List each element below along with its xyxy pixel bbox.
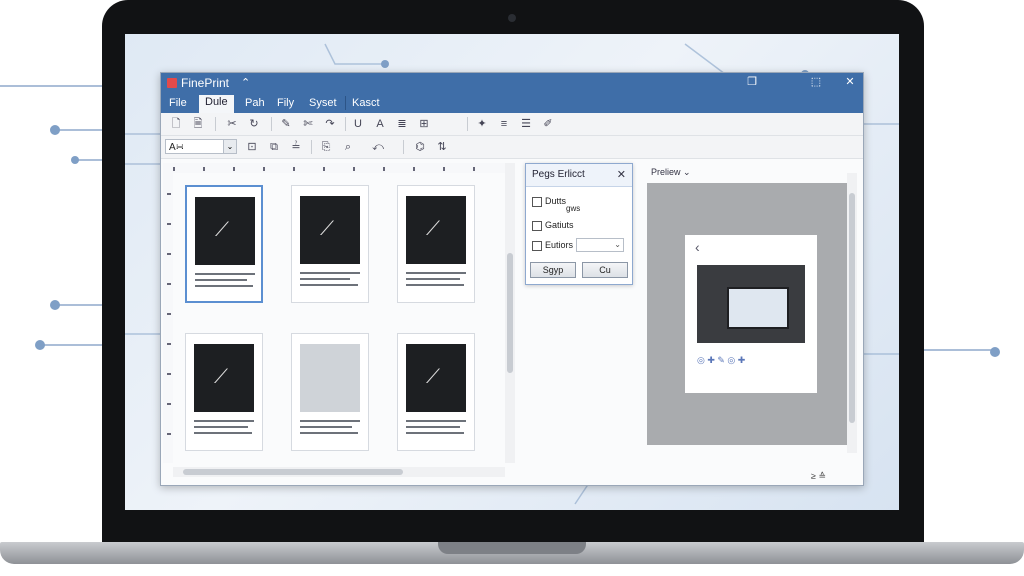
new-page-icon[interactable]: 🗋: [169, 117, 183, 131]
page-thumbnail-4[interactable]: ⟋: [185, 333, 263, 451]
toolbar-divider: [467, 117, 468, 131]
pen-icon[interactable]: ✐: [541, 117, 555, 131]
list-icon[interactable]: ≣: [395, 117, 409, 131]
page-image: ⟋: [406, 344, 466, 412]
app-logo-icon: [167, 78, 177, 88]
page-image: ⟋: [195, 197, 255, 265]
brush-icon[interactable]: ✎: [279, 117, 293, 131]
page-image: ⟋: [194, 344, 254, 412]
pages-horizontal-scrollbar[interactable]: [173, 467, 505, 477]
option-dutts[interactable]: Dutts: [532, 196, 566, 207]
scissors-icon[interactable]: ✄: [301, 117, 315, 131]
checkbox[interactable]: [532, 220, 542, 231]
font-dropdown-button[interactable]: ⌄: [223, 139, 237, 154]
app-title: FinePrint: [181, 76, 230, 90]
page-thumbnail-1[interactable]: ⟋: [185, 185, 263, 303]
pin-icon[interactable]: ✦: [475, 117, 489, 131]
menu-bar: File Dule Pah Fily Syset Kasct: [161, 93, 863, 113]
redo-icon[interactable]: ↷: [323, 117, 337, 131]
checkbox[interactable]: [532, 240, 542, 251]
menu-fily[interactable]: Fily: [271, 96, 300, 110]
menu-pah[interactable]: Pah: [239, 96, 271, 110]
toolbar-divider: [215, 117, 216, 131]
scroll-thumb[interactable]: [507, 253, 513, 373]
align-icon[interactable]: ≡: [497, 117, 511, 131]
close-icon[interactable]: ✕: [617, 168, 626, 181]
page-thumbnail-3[interactable]: ⟋: [397, 185, 475, 303]
page-thumbnail-5[interactable]: [291, 333, 369, 451]
collapse-ribbon-icon[interactable]: ⌃: [241, 76, 250, 89]
preview-page: ‹ ◎ ✚ ✎ ◎ ✚: [685, 235, 817, 393]
close-window-button[interactable]: ✕: [843, 75, 857, 88]
laptop-notch: [438, 542, 586, 554]
scroll-thumb[interactable]: [183, 469, 403, 475]
preview-panel: ‹ ◎ ✚ ✎ ◎ ✚: [647, 183, 857, 445]
checkbox[interactable]: [532, 196, 542, 207]
fineprint-window: FinePrint ⌃ ❐ ⬚ ✕ File Dule Pah Fily Sys…: [160, 72, 864, 486]
webcam: [508, 14, 516, 22]
pages-vertical-scrollbar[interactable]: [505, 163, 515, 463]
maximize-window-button[interactable]: ⬚: [809, 75, 823, 88]
preview-action-icons[interactable]: ◎ ✚ ✎ ◎ ✚: [697, 355, 805, 366]
toolbar-divider: [403, 140, 404, 154]
menu-syset[interactable]: Syset: [303, 96, 343, 110]
cut-icon[interactable]: ✂: [225, 117, 239, 131]
option-gatiuts[interactable]: Gatiuts: [532, 220, 574, 231]
menu-file[interactable]: File: [163, 96, 193, 110]
copy-icon[interactable]: ⧉: [267, 140, 281, 154]
preview-photo: [697, 265, 805, 343]
dialog-title-bar: Pegs Erlicct ✕: [526, 164, 632, 187]
rotate-icon[interactable]: ↻: [247, 117, 261, 131]
sort-icon[interactable]: ⇅: [435, 140, 449, 154]
toolbar-row-1: 🗋 🗎 ✂ ↻ ✎ ✄ ↷ U A ≣ ⊞ ✦ ≡ ☰ ✐: [161, 113, 863, 136]
toolbar-divider: [271, 117, 272, 131]
stamp-icon[interactable]: ⊞: [417, 117, 431, 131]
zoom-controls[interactable]: ≥ ≙: [811, 471, 826, 482]
menu-kasct[interactable]: Kasct: [345, 96, 386, 110]
title-bar: FinePrint ⌃ ❐ ⬚ ✕: [161, 73, 863, 93]
preview-label[interactable]: Preliew ⌄: [651, 167, 691, 178]
page-thumbnails-area: ⟋ ⟋ ⟋ ⟋ ⟋: [173, 173, 515, 463]
text-color-icon[interactable]: A: [373, 117, 387, 131]
toolbar-row-2: A∺ ⌄ ⊡ ⧉ ≟ ⎘ ⌕ ⤺ ⌬ ⇅: [161, 136, 863, 159]
underline-icon[interactable]: U: [351, 117, 365, 131]
preview-vertical-scrollbar[interactable]: [847, 173, 857, 453]
scroll-thumb[interactable]: [849, 193, 855, 423]
option-select[interactable]: ⌄: [576, 238, 624, 252]
back-icon[interactable]: ‹: [695, 239, 700, 255]
undo-icon[interactable]: ⤺: [371, 140, 385, 154]
find-icon[interactable]: ⌕: [341, 140, 355, 154]
compare-icon[interactable]: ≟: [289, 140, 303, 154]
monitor-image: [727, 287, 789, 329]
save-icon[interactable]: 🗎: [191, 117, 205, 131]
toolbar-divider: [345, 117, 346, 131]
option-note: gws: [566, 204, 581, 213]
shape-icon[interactable]: ⌬: [413, 140, 427, 154]
ok-button[interactable]: Sgyp: [530, 262, 576, 278]
page-image: ⟋: [300, 196, 360, 264]
toolbar-divider: [311, 140, 312, 154]
paste-icon[interactable]: ⎘: [319, 140, 333, 154]
cancel-button[interactable]: Cu: [582, 262, 628, 278]
page-select-dialog: Pegs Erlicct ✕ Dutts gws Gatiuts Eutiors…: [525, 163, 633, 285]
page-thumbnail-2[interactable]: ⟋: [291, 185, 369, 303]
lines-icon[interactable]: ☰: [519, 117, 533, 131]
dialog-title: Pegs Erlicct: [532, 169, 585, 180]
frame-icon[interactable]: ⊡: [245, 140, 259, 154]
page-thumbnail-6[interactable]: ⟋: [397, 333, 475, 451]
page-image: [300, 344, 360, 412]
menu-dule[interactable]: Dule: [199, 95, 234, 113]
page-image: ⟋: [406, 196, 466, 264]
option-eutiors[interactable]: Eutiors: [532, 240, 573, 251]
restore-window-button[interactable]: ❐: [745, 75, 759, 88]
